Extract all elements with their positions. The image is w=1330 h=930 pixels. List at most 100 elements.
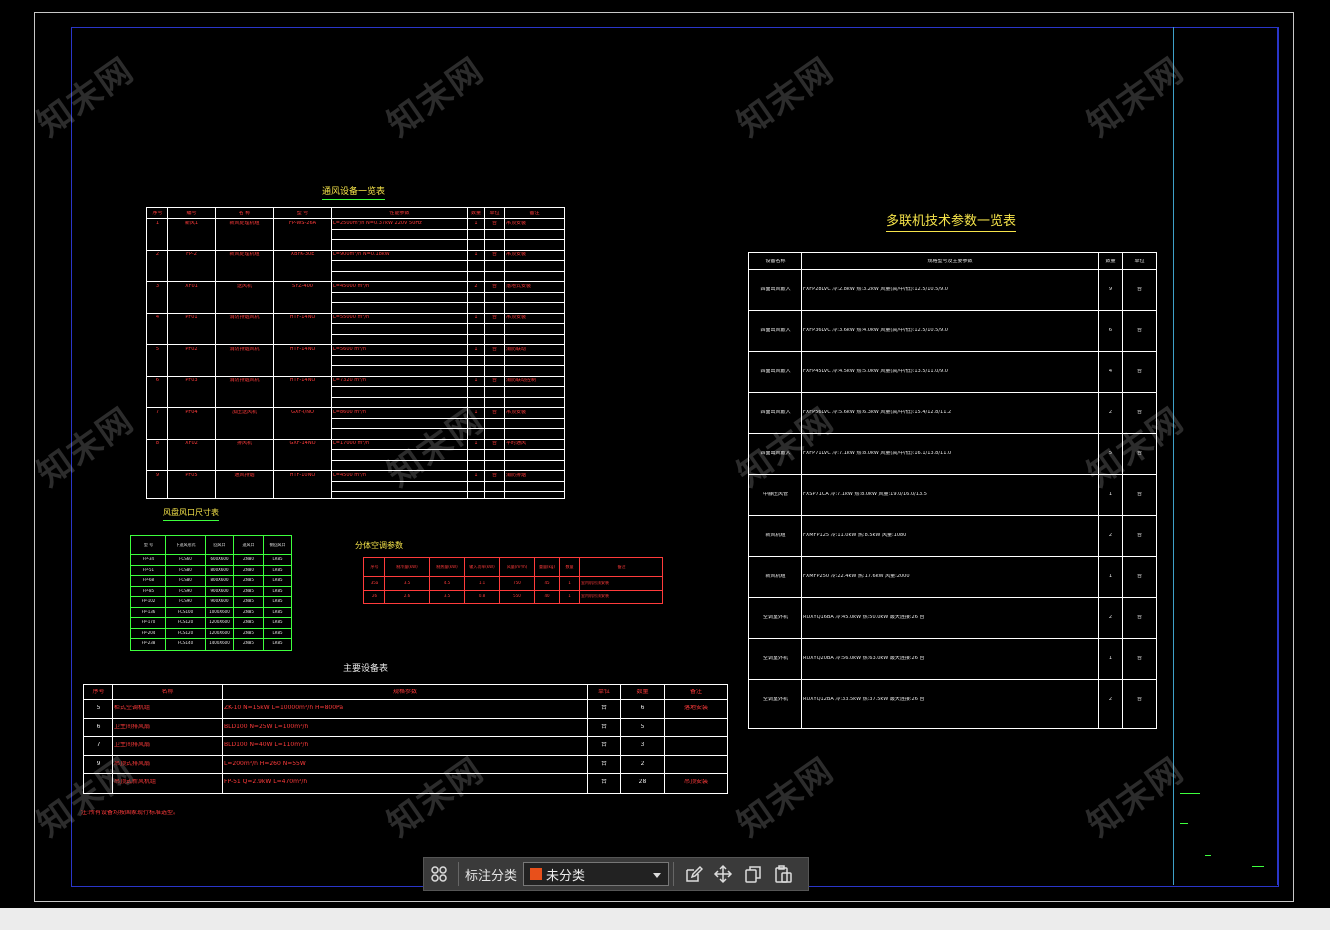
table-column-line — [222, 685, 223, 793]
table-cell: 4 — [155, 315, 160, 320]
table-cell: 台 — [491, 378, 497, 383]
annotation-category-select[interactable]: 未分类 — [523, 862, 670, 886]
table-cell: HTF-14NO — [289, 346, 316, 352]
table-cell: XF01 — [185, 283, 198, 289]
table-cell: 落地安装 — [683, 705, 708, 712]
move-icon[interactable] — [708, 859, 738, 889]
table-cell: ZN85 — [243, 620, 254, 625]
table-subrow-line — [331, 365, 564, 366]
table-subrow-line — [331, 228, 564, 230]
table-cell: 5 — [1108, 451, 1113, 456]
toolbar-separator — [458, 862, 459, 886]
table-cell: 1 — [568, 594, 571, 599]
table-row-line — [131, 638, 291, 639]
table-column-line — [620, 685, 621, 793]
paste-icon[interactable] — [768, 859, 798, 889]
table-subrow-line — [331, 480, 564, 482]
table-row-line — [131, 627, 291, 629]
table-cell: PF03 — [185, 378, 198, 383]
table-cell: 1 — [474, 252, 478, 257]
table-cell: 卫生间排风扇 — [114, 742, 151, 749]
fan-size-table: 型 号 下送风形式 回风口 送风口 侧回风口 FP-34 FCS60 600X600 ZN80 L… — [130, 535, 292, 651]
table-cell: RUXYQ12BA 冷:33.5kW 热:37.5kW 最大连接:26 台 — [803, 697, 925, 702]
table-cell: L=900m³/h N=0.18kW — [333, 252, 390, 257]
table-cell: XBYK-30E — [290, 252, 315, 257]
table-row-line — [749, 351, 1156, 352]
title-block-column — [1173, 27, 1174, 885]
table-column-line — [429, 558, 430, 603]
grid-icon[interactable] — [424, 859, 454, 889]
table-cell: 1400X600 — [209, 641, 230, 646]
table-column-line — [1098, 253, 1099, 728]
table-header-cell: 数量 — [636, 689, 649, 695]
table-cell: L=45000 m³/h — [333, 283, 370, 289]
table-cell: 9 — [96, 760, 101, 767]
table-cell: FXFP56LVC 冷:5.6kW 热:6.3kW 风量(高/中/低):15.4… — [803, 410, 952, 415]
ventilation-table: 序号 编号 名 称 型 号 性能参数 数量 单位 备注 1 新风1 新风处理机组 FP-WS-26A L… — [146, 207, 565, 499]
split-ac-table: 序号 制冷量(kW) 制热量(kW) 输入功率(kW) 风量(m³/h) 重量(kg) 数量… — [363, 557, 663, 604]
table-cell: FXMFP250 冷:22.4kW 热:17.6kW 风量:2000 — [803, 574, 910, 579]
table-row-line — [131, 596, 291, 597]
table-cell: L=5600 m³/h — [333, 346, 367, 352]
copy-icon[interactable] — [738, 859, 768, 889]
table-cell: ZN80 — [243, 557, 254, 562]
table-header-cell: 单位 — [1134, 258, 1145, 264]
table-cell: 2 — [1108, 697, 1113, 702]
table-subrow-line — [331, 260, 564, 261]
table-cell: 空调室外机 — [762, 615, 788, 620]
table-column-line — [504, 208, 505, 498]
title-block-mark — [1205, 855, 1211, 856]
title-block-mark — [1180, 823, 1188, 824]
table-cell: 卫生间排风扇 — [114, 723, 151, 730]
table-cell: 送风机 — [236, 283, 252, 289]
table-cell: 四面出风嵌入 — [760, 287, 791, 292]
table-cell: 消防联动控制 — [506, 378, 537, 383]
multi-split-table: 设备名称 规格型号及主要参数 数量 单位 四面出风嵌入 FXFP28LVC 冷:2.8kW… — [748, 252, 1157, 729]
table-cell: 台 — [1136, 287, 1142, 292]
table-cell: FP-85 — [142, 588, 155, 593]
table-cell: 3.5 — [403, 580, 411, 585]
table-cell: 四面出风嵌入 — [760, 410, 791, 415]
equipment-note: 注:所有设备均按国家现行标准选型。 — [81, 810, 180, 816]
table-cell: 台 — [600, 742, 607, 749]
table-row-line — [147, 438, 564, 440]
table-cell: 台 — [600, 760, 607, 767]
table-cell: FP-51 Q=2.9kW L=470m³/h — [224, 779, 308, 786]
table-row-line — [749, 556, 1156, 557]
table-cell: 消防排烟风机 — [229, 346, 260, 352]
edit-icon[interactable] — [678, 859, 708, 889]
table-subrow-line — [331, 270, 564, 272]
equipment-table: 序号 名称 规格参数 单位 数量 备注 5 柜式空调机组 ZK-10 N=15kW L=1000… — [83, 684, 728, 794]
table-row-line — [131, 564, 291, 566]
table-cell: FCS90 — [179, 599, 192, 604]
table-cell: 1000X600 — [209, 609, 230, 614]
table-cell: PF04 — [185, 409, 198, 415]
table-cell: L=2500m³/h N=0.37kW 220V 50Hz — [333, 220, 422, 226]
table-column-line — [215, 208, 216, 498]
table-subrow-line — [331, 302, 564, 303]
table-cell: 3 — [155, 283, 160, 289]
table-cell: 2 — [640, 760, 645, 767]
table-cell: 1 — [1108, 492, 1113, 497]
table-header-cell: 序号 — [152, 210, 163, 216]
table-cell: 台 — [491, 346, 497, 352]
table-row-line — [147, 312, 564, 314]
table-cell: LR85 — [272, 567, 283, 572]
table-cell: 2.6 — [403, 594, 411, 599]
table-cell: 9 — [1108, 287, 1113, 292]
table-cell: 1 — [474, 378, 478, 383]
table-header-line — [84, 699, 727, 700]
table-cell: 6 — [640, 705, 645, 712]
table-header-cell: 名 称 — [238, 210, 251, 216]
table-cell: 台 — [1136, 328, 1142, 333]
table-cell: FP-68 — [142, 578, 155, 583]
table-cell: XF02 — [185, 441, 198, 446]
table-column-line — [273, 208, 274, 498]
table-cell: 1 — [474, 409, 478, 415]
table-cell: FCS140 — [177, 641, 194, 646]
table-cell: LR85 — [272, 609, 283, 614]
table-cell: FCS120 — [177, 630, 194, 635]
table-cell: 室内机吊顶安装 — [581, 580, 609, 585]
table-row-line — [84, 736, 727, 737]
table-cell: LR85 — [272, 641, 283, 646]
